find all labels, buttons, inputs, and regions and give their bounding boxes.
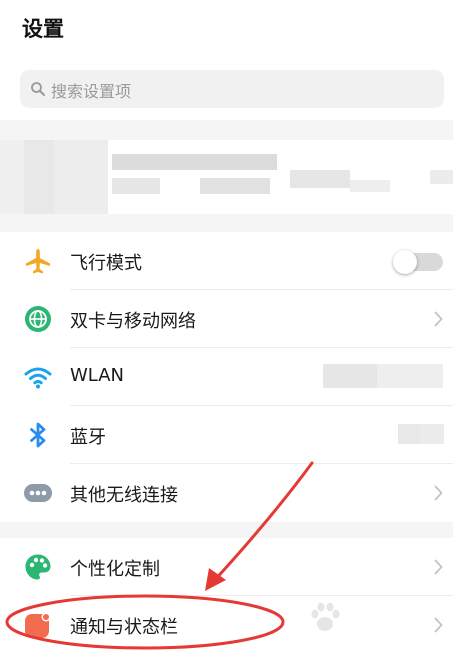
account-card[interactable] bbox=[0, 140, 453, 214]
blurred-account-id bbox=[430, 170, 453, 184]
bluetooth-icon bbox=[30, 422, 46, 448]
search-placeholder: 搜索设置项 bbox=[51, 82, 132, 101]
settings-item-label: WLAN bbox=[70, 365, 125, 386]
blurred-account-id bbox=[200, 178, 270, 194]
settings-item-label: 飞行模式 bbox=[70, 253, 142, 274]
chevron-right-icon bbox=[434, 617, 443, 633]
settings-item-notifications[interactable]: 通知与状态栏 bbox=[0, 596, 453, 654]
section-gap bbox=[0, 120, 453, 140]
page-title: 设置 bbox=[22, 17, 64, 41]
blurred-account-id bbox=[112, 178, 160, 194]
blurred-value bbox=[377, 364, 443, 388]
blurred-account-id bbox=[290, 170, 350, 188]
search-input[interactable]: 搜索设置项 bbox=[20, 70, 444, 108]
blurred-account-name bbox=[112, 154, 277, 170]
title-bar: 设置 bbox=[0, 0, 453, 56]
settings-item-airplane-mode[interactable]: 飞行模式 bbox=[0, 232, 453, 290]
watermark-paw-icon bbox=[311, 602, 340, 631]
airplane-icon bbox=[26, 249, 50, 274]
blurred-avatar bbox=[0, 140, 24, 214]
settings-item-wlan[interactable]: WLAN bbox=[0, 348, 453, 406]
settings-item-label: 蓝牙 bbox=[70, 427, 106, 448]
toggle-knob bbox=[393, 250, 417, 274]
section-gap bbox=[0, 522, 453, 538]
chevron-right-icon bbox=[434, 311, 443, 327]
more-icon bbox=[24, 484, 52, 502]
settings-item-dual-sim[interactable]: 双卡与移动网络 bbox=[0, 290, 453, 348]
blurred-value bbox=[398, 424, 420, 444]
blurred-value bbox=[323, 364, 377, 388]
settings-item-label: 其他无线连接 bbox=[70, 485, 178, 506]
chevron-right-icon bbox=[434, 559, 443, 575]
blurred-avatar bbox=[54, 140, 108, 214]
airplane-mode-toggle[interactable] bbox=[393, 250, 444, 274]
settings-item-label: 通知与状态栏 bbox=[70, 617, 178, 638]
globe-icon bbox=[25, 306, 51, 332]
section-gap bbox=[0, 214, 453, 232]
settings-item-label: 双卡与移动网络 bbox=[70, 311, 196, 332]
settings-item-bluetooth[interactable]: 蓝牙 bbox=[0, 406, 453, 464]
palette-icon bbox=[25, 554, 51, 580]
chevron-right-icon bbox=[434, 485, 443, 501]
wifi-icon bbox=[24, 367, 52, 389]
notification-icon bbox=[25, 612, 51, 638]
settings-item-personalization[interactable]: 个性化定制 bbox=[0, 538, 453, 596]
blurred-value bbox=[420, 424, 444, 444]
settings-item-other-wireless[interactable]: 其他无线连接 bbox=[0, 464, 453, 522]
search-icon bbox=[31, 82, 45, 96]
blurred-avatar bbox=[24, 140, 54, 214]
settings-item-label: 个性化定制 bbox=[70, 559, 160, 580]
blurred-account-id bbox=[350, 180, 390, 192]
